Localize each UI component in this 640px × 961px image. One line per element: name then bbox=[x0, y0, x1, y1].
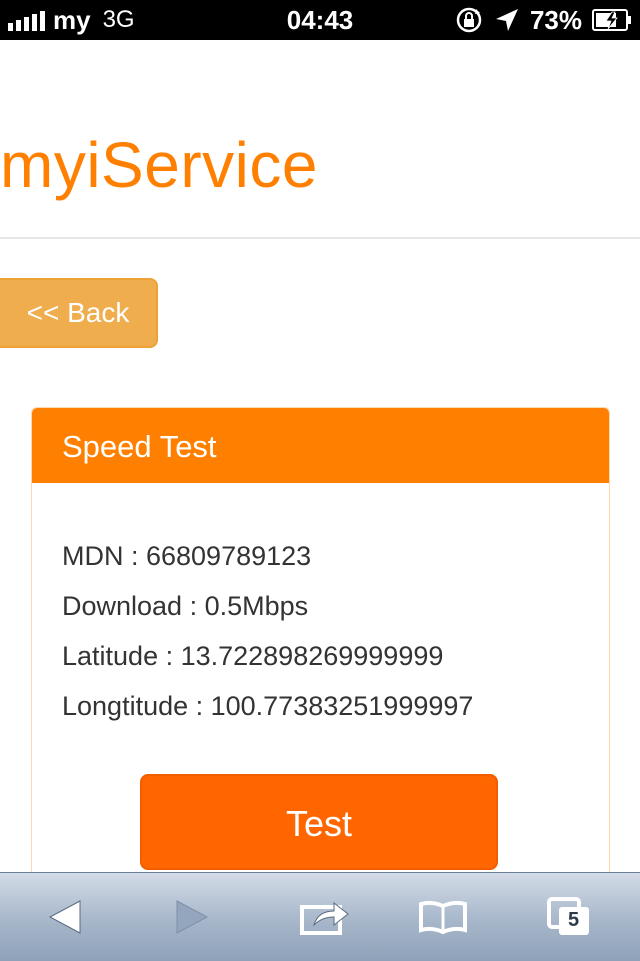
status-bar: my 3G 04:43 73% bbox=[0, 0, 640, 40]
battery-charging-icon bbox=[592, 9, 631, 31]
back-nav-button[interactable] bbox=[25, 873, 105, 961]
longitude-row: Longtitude : 100.77383251999997 bbox=[62, 691, 474, 721]
bookmarks-book-icon bbox=[419, 900, 467, 934]
latitude-row: Latitude : 13.722898269999999 bbox=[62, 641, 444, 671]
location-arrow-icon bbox=[495, 9, 518, 31]
speed-test-panel: Speed Test MDN : 66809789123 Download : … bbox=[31, 407, 610, 929]
share-icon bbox=[300, 901, 349, 935]
rotation-lock-icon bbox=[456, 7, 482, 33]
back-button[interactable]: << Back bbox=[0, 278, 158, 348]
test-button[interactable]: Test bbox=[140, 774, 498, 870]
battery-percentage: 73% bbox=[529, 4, 582, 35]
forward-nav-button[interactable] bbox=[152, 873, 232, 961]
bookmarks-button[interactable] bbox=[403, 873, 483, 961]
panel-heading: Speed Test bbox=[32, 408, 609, 483]
back-arrow-icon bbox=[48, 900, 81, 934]
app-title: myiService bbox=[0, 129, 318, 201]
download-row: Download : 0.5Mbps bbox=[62, 591, 309, 621]
panel-body: MDN : 66809789123 Download : 0.5Mbps Lat… bbox=[32, 483, 609, 731]
status-right: 73% bbox=[454, 0, 632, 40]
mdn-row: MDN : 66809789123 bbox=[62, 541, 312, 571]
browser-toolbar: 5 bbox=[0, 872, 640, 961]
share-button[interactable] bbox=[285, 873, 365, 961]
page-header: myiService bbox=[0, 40, 640, 239]
forward-arrow-icon bbox=[176, 900, 209, 934]
tabs-button[interactable]: 5 bbox=[530, 873, 610, 961]
tabs-count: 5 bbox=[568, 909, 580, 931]
